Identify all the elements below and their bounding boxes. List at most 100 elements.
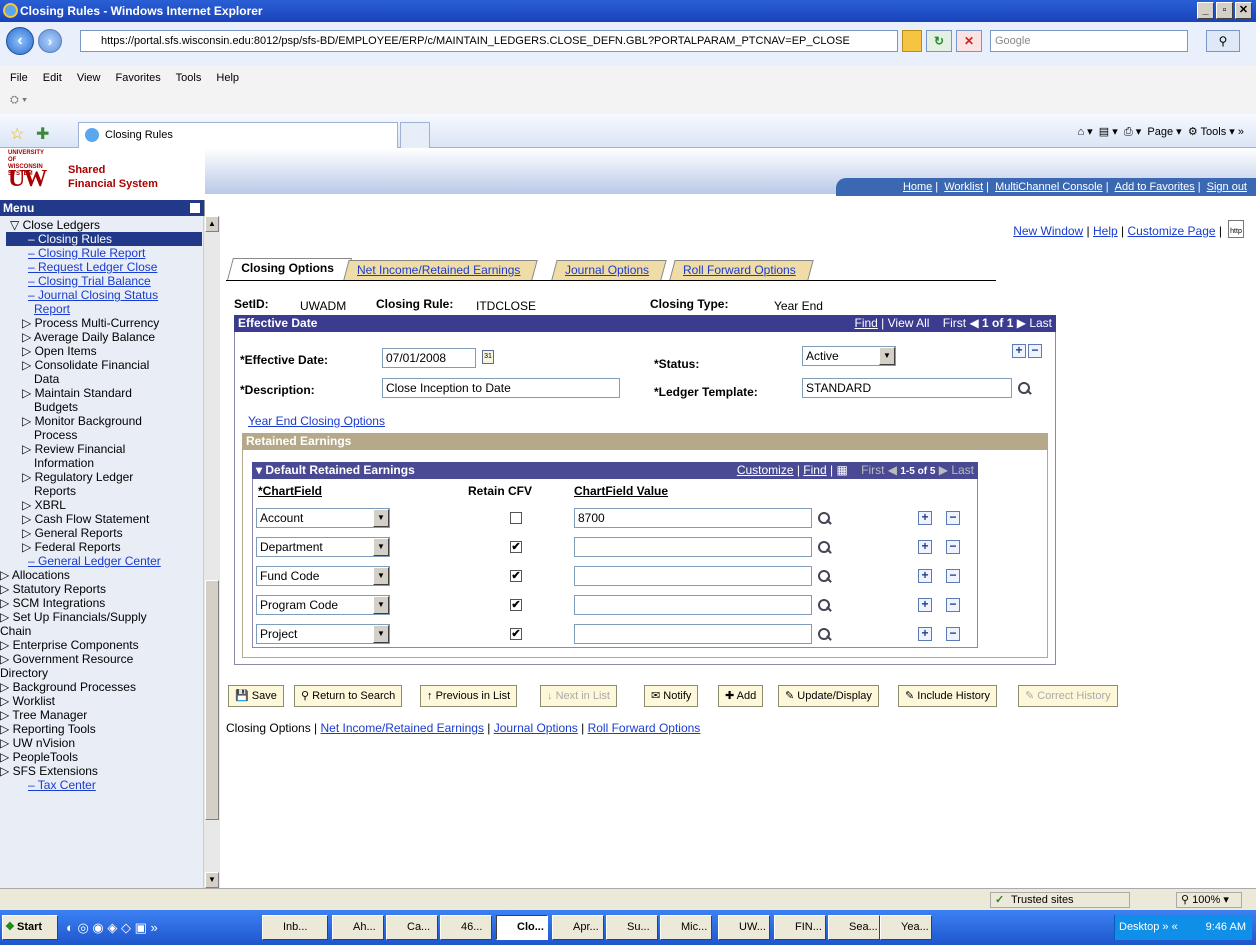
chartfield-value-input[interactable]: 8700	[574, 508, 812, 528]
grid-prev-icon[interactable]: ◀	[888, 463, 897, 477]
return-to-search-button[interactable]: ⚲ Return to Search	[294, 685, 403, 707]
taskbar-task[interactable]: Yea...	[880, 915, 932, 940]
chartfield-select[interactable]: Fund Code ▼	[256, 566, 390, 586]
sidebar-item[interactable]: Directory	[0, 666, 204, 680]
sign-out-link[interactable]: Sign out	[1207, 181, 1247, 193]
sidebar-item[interactable]: ▷ Worklist	[0, 694, 204, 708]
tab-roll-forward[interactable]: Roll Forward Options	[669, 260, 814, 280]
bottom-net-income-link[interactable]: Net Income/Retained Earnings	[321, 721, 484, 735]
quick-launch-icons[interactable]: ◐ ◎ ◉ ◈ ◇ ▣ »	[66, 920, 158, 936]
delete-row-icon[interactable]: −	[946, 598, 960, 612]
print-icon[interactable]: ⎙ ▾	[1124, 126, 1141, 138]
add-row-icon[interactable]: +	[1012, 344, 1026, 358]
find-link[interactable]: Find	[855, 316, 878, 330]
sidebar-item[interactable]: – Journal Closing Status	[0, 288, 204, 302]
grid-find-link[interactable]: Find	[803, 463, 826, 477]
lookup-icon[interactable]	[818, 541, 831, 554]
retain-cfv-checkbox[interactable]: ✔	[510, 628, 522, 640]
tab-net-income[interactable]: Net Income/Retained Earnings	[343, 260, 539, 280]
sidebar-item[interactable]: ▷ Process Multi-Currency	[0, 316, 204, 330]
sidebar-item[interactable]: – General Ledger Center	[0, 554, 204, 568]
add-row-icon[interactable]: +	[918, 569, 932, 583]
close-button[interactable]: ✕	[1235, 2, 1252, 19]
new-window-link[interactable]: New Window	[1013, 224, 1083, 238]
sidebar-item[interactable]: ▽ Close Ledgers	[0, 218, 204, 232]
chevron-down-icon[interactable]: ▼	[373, 596, 389, 614]
add-row-icon[interactable]: +	[918, 540, 932, 554]
sidebar-item[interactable]: ▷ Tree Manager	[0, 708, 204, 722]
last-label[interactable]: Last	[1029, 316, 1052, 330]
taskbar-task[interactable]: Sea...	[828, 915, 880, 940]
taskbar-task[interactable]: Ca...	[386, 915, 438, 940]
new-tab-button[interactable]	[400, 122, 430, 148]
next-arrow-icon[interactable]: ▶	[1017, 316, 1026, 330]
delete-row-icon[interactable]: −	[946, 540, 960, 554]
description-input[interactable]: Close Inception to Date	[382, 378, 620, 398]
tab-closing-options[interactable]: Closing Options	[227, 258, 352, 280]
search-icon[interactable]: ⚲	[1206, 30, 1240, 52]
home-link[interactable]: Home	[903, 181, 932, 193]
add-favorite-icon[interactable]: ✚	[36, 124, 49, 144]
chevron-down-icon[interactable]: ▼	[373, 567, 389, 585]
menu-favorites[interactable]: Favorites	[116, 72, 161, 84]
add-row-icon[interactable]: +	[918, 627, 932, 641]
col-chartfield-value[interactable]: ChartField Value	[574, 484, 668, 498]
grid-next-icon[interactable]: ▶	[939, 463, 948, 477]
sidebar-item[interactable]: – Closing Trial Balance	[0, 274, 204, 288]
search-input[interactable]: Google	[990, 30, 1188, 52]
sidebar-item[interactable]: Budgets	[0, 400, 204, 414]
sidebar-item[interactable]: ▷ General Reports	[0, 526, 204, 540]
page-menu[interactable]: Page ▾	[1147, 126, 1181, 138]
http-icon[interactable]: http	[1228, 220, 1244, 238]
chevron-down-icon[interactable]: ▼	[373, 625, 389, 643]
minimize-button[interactable]: _	[1197, 2, 1214, 19]
chevron-down-icon[interactable]: ▼	[373, 538, 389, 556]
retain-cfv-checkbox[interactable]: ✔	[510, 599, 522, 611]
taskbar-task[interactable]: Su...	[606, 915, 658, 940]
sidebar-item[interactable]: ▷ Regulatory Ledger	[0, 470, 204, 484]
feeds-icon[interactable]: ▤ ▾	[1099, 126, 1118, 138]
taskbar-task[interactable]: Ah...	[332, 915, 384, 940]
sidebar-item[interactable]: ▷ Allocations	[0, 568, 204, 582]
sidebar-item[interactable]: ▷ Average Daily Balance	[0, 330, 204, 344]
taskbar-task[interactable]: FIN...	[774, 915, 826, 940]
retain-cfv-checkbox[interactable]: ✔	[510, 541, 522, 553]
browser-tab-closing-rules[interactable]: Closing Rules	[78, 122, 398, 148]
refresh-icon[interactable]: ↻	[926, 30, 952, 52]
menu-help[interactable]: Help	[216, 72, 239, 84]
status-select[interactable]: Active ▼	[802, 346, 896, 366]
sidebar-item[interactable]: Data	[0, 372, 204, 386]
lookup-icon[interactable]	[818, 628, 831, 641]
lock-icon[interactable]	[902, 30, 922, 52]
lookup-icon[interactable]	[1018, 382, 1031, 395]
sidebar-item[interactable]: ▷ Government Resource	[0, 652, 204, 666]
sidebar-item[interactable]: Reports	[0, 484, 204, 498]
sidebar-item[interactable]: ▷ Open Items	[0, 344, 204, 358]
sidebar-item[interactable]: ▷ SFS Extensions	[0, 764, 204, 778]
home-icon[interactable]: ⌂ ▾	[1077, 126, 1092, 138]
forward-button[interactable]: ›	[38, 29, 62, 53]
chartfield-select[interactable]: Account ▼	[256, 508, 390, 528]
prev-arrow-icon[interactable]: ◀	[969, 316, 978, 330]
bottom-journal-options-link[interactable]: Journal Options	[494, 721, 578, 735]
taskbar-task[interactable]: 46...	[440, 915, 492, 940]
sidebar-item[interactable]: ▷ Reporting Tools	[0, 722, 204, 736]
maximize-button[interactable]: ▫	[1216, 2, 1233, 19]
next-in-list-button[interactable]: ↓ Next in List	[540, 685, 617, 707]
delete-row-icon[interactable]: −	[946, 627, 960, 641]
grid-first-label[interactable]: First	[861, 463, 884, 477]
sidebar-item[interactable]: Report	[0, 302, 204, 316]
address-bar[interactable]: https://portal.sfs.wisconsin.edu:8012/ps…	[80, 30, 898, 52]
scroll-up-arrow[interactable]: ▲	[205, 216, 219, 232]
security-zone[interactable]: ✓ Trusted sites	[990, 892, 1130, 908]
grid-download-icon[interactable]: ▦	[836, 463, 847, 477]
year-end-options-link[interactable]: Year End Closing Options	[248, 414, 385, 428]
taskbar-task[interactable]: UW...	[718, 915, 770, 940]
tab-journal-options[interactable]: Journal Options	[551, 260, 667, 280]
update-display-button[interactable]: ✎ Update/Display	[778, 685, 879, 707]
add-row-icon[interactable]: +	[918, 598, 932, 612]
menu-tools[interactable]: Tools	[176, 72, 202, 84]
col-chartfield[interactable]: *ChartField	[258, 484, 322, 498]
first-label[interactable]: First	[943, 316, 966, 330]
lookup-icon[interactable]	[818, 570, 831, 583]
